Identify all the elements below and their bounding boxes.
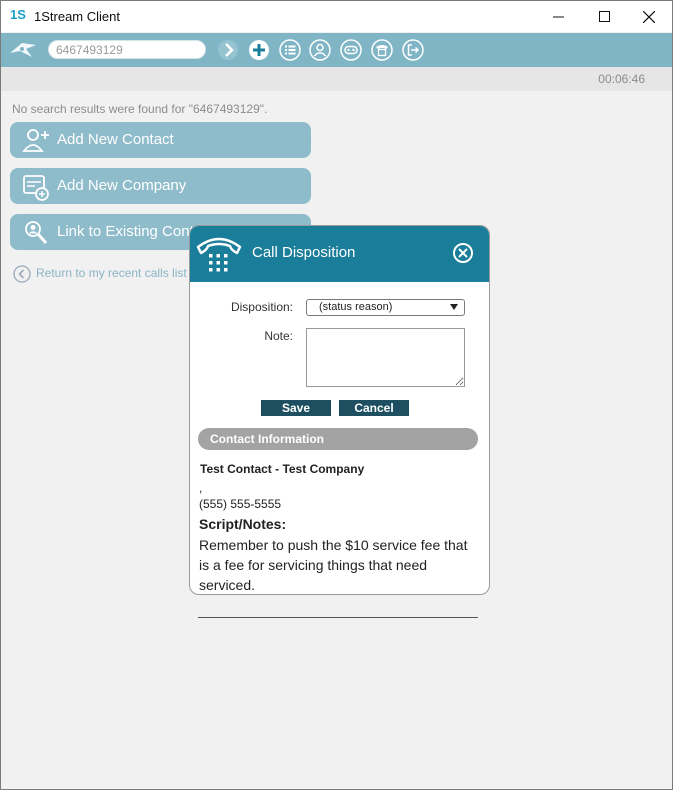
dialog-title: Call Disposition <box>252 244 356 261</box>
script-notes-heading: Script/Notes: <box>199 516 287 532</box>
phone-icon[interactable] <box>371 39 393 61</box>
toolbar <box>1 33 672 67</box>
close-icon <box>643 10 655 23</box>
list-icon[interactable] <box>279 39 301 61</box>
maximize-button[interactable] <box>581 1 627 32</box>
app-window: 1S 1Stream Client 6467493129 00:06:46 No… <box>0 0 673 790</box>
contact-phone: (555) 555-5555 <box>199 497 282 511</box>
note-textarea[interactable] <box>306 328 465 387</box>
phone-search-input[interactable] <box>48 40 206 59</box>
add-new-contact-label: Add New Contact <box>57 131 174 148</box>
add-new-company-button[interactable]: Add New Company <box>10 168 311 204</box>
window-title: 1Stream Client <box>34 9 120 24</box>
logo-bird-icon[interactable] <box>8 39 38 61</box>
status-bar: 00:06:46 <box>1 67 672 91</box>
disposition-select[interactable]: (status reason) <box>306 299 465 316</box>
forward-icon[interactable] <box>217 39 239 61</box>
contact-address: , <box>199 481 203 495</box>
disposition-label: Disposition: <box>230 300 293 314</box>
back-arrow-icon <box>13 265 31 283</box>
link-contact-icon <box>25 221 48 244</box>
contact-information-title: Contact Information <box>210 432 324 446</box>
note-label: Note: <box>264 329 293 343</box>
call-disposition-dialog: Call Disposition Disposition: (status re… <box>189 225 490 595</box>
cancel-button[interactable]: Cancel <box>339 400 409 416</box>
close-dialog-icon[interactable] <box>452 242 474 264</box>
add-contact-icon <box>22 129 49 152</box>
disposition-selected-value: (status reason) <box>319 301 393 313</box>
save-button[interactable]: Save <box>261 400 331 416</box>
add-icon[interactable] <box>248 39 270 61</box>
close-window-button[interactable] <box>626 1 672 32</box>
maximize-icon <box>598 11 610 22</box>
dialog-header: Call Disposition <box>190 226 489 282</box>
agent-status-icon[interactable] <box>340 39 362 61</box>
script-notes-text: Remember to push the $10 service fee tha… <box>199 537 468 593</box>
title-bar: 1S 1Stream Client <box>1 1 672 32</box>
no-results-message: No search results were found for "646749… <box>12 102 268 116</box>
app-logo-icon: 1S <box>10 7 26 22</box>
logout-icon[interactable] <box>402 39 424 61</box>
minimize-button[interactable] <box>535 1 581 32</box>
minimize-icon <box>552 16 564 18</box>
add-company-icon <box>23 175 49 201</box>
call-timer: 00:06:46 <box>598 72 645 86</box>
user-icon[interactable] <box>309 39 331 61</box>
telephone-icon <box>196 237 242 272</box>
add-new-company-label: Add New Company <box>57 177 187 194</box>
divider <box>198 617 478 618</box>
add-new-contact-button[interactable]: Add New Contact <box>10 122 311 158</box>
return-link-label: Return to my recent calls list <box>36 266 187 280</box>
dropdown-arrow-icon <box>450 304 458 310</box>
contact-name: Test Contact - Test Company <box>200 462 365 476</box>
contact-information-header: Contact Information <box>198 428 478 450</box>
